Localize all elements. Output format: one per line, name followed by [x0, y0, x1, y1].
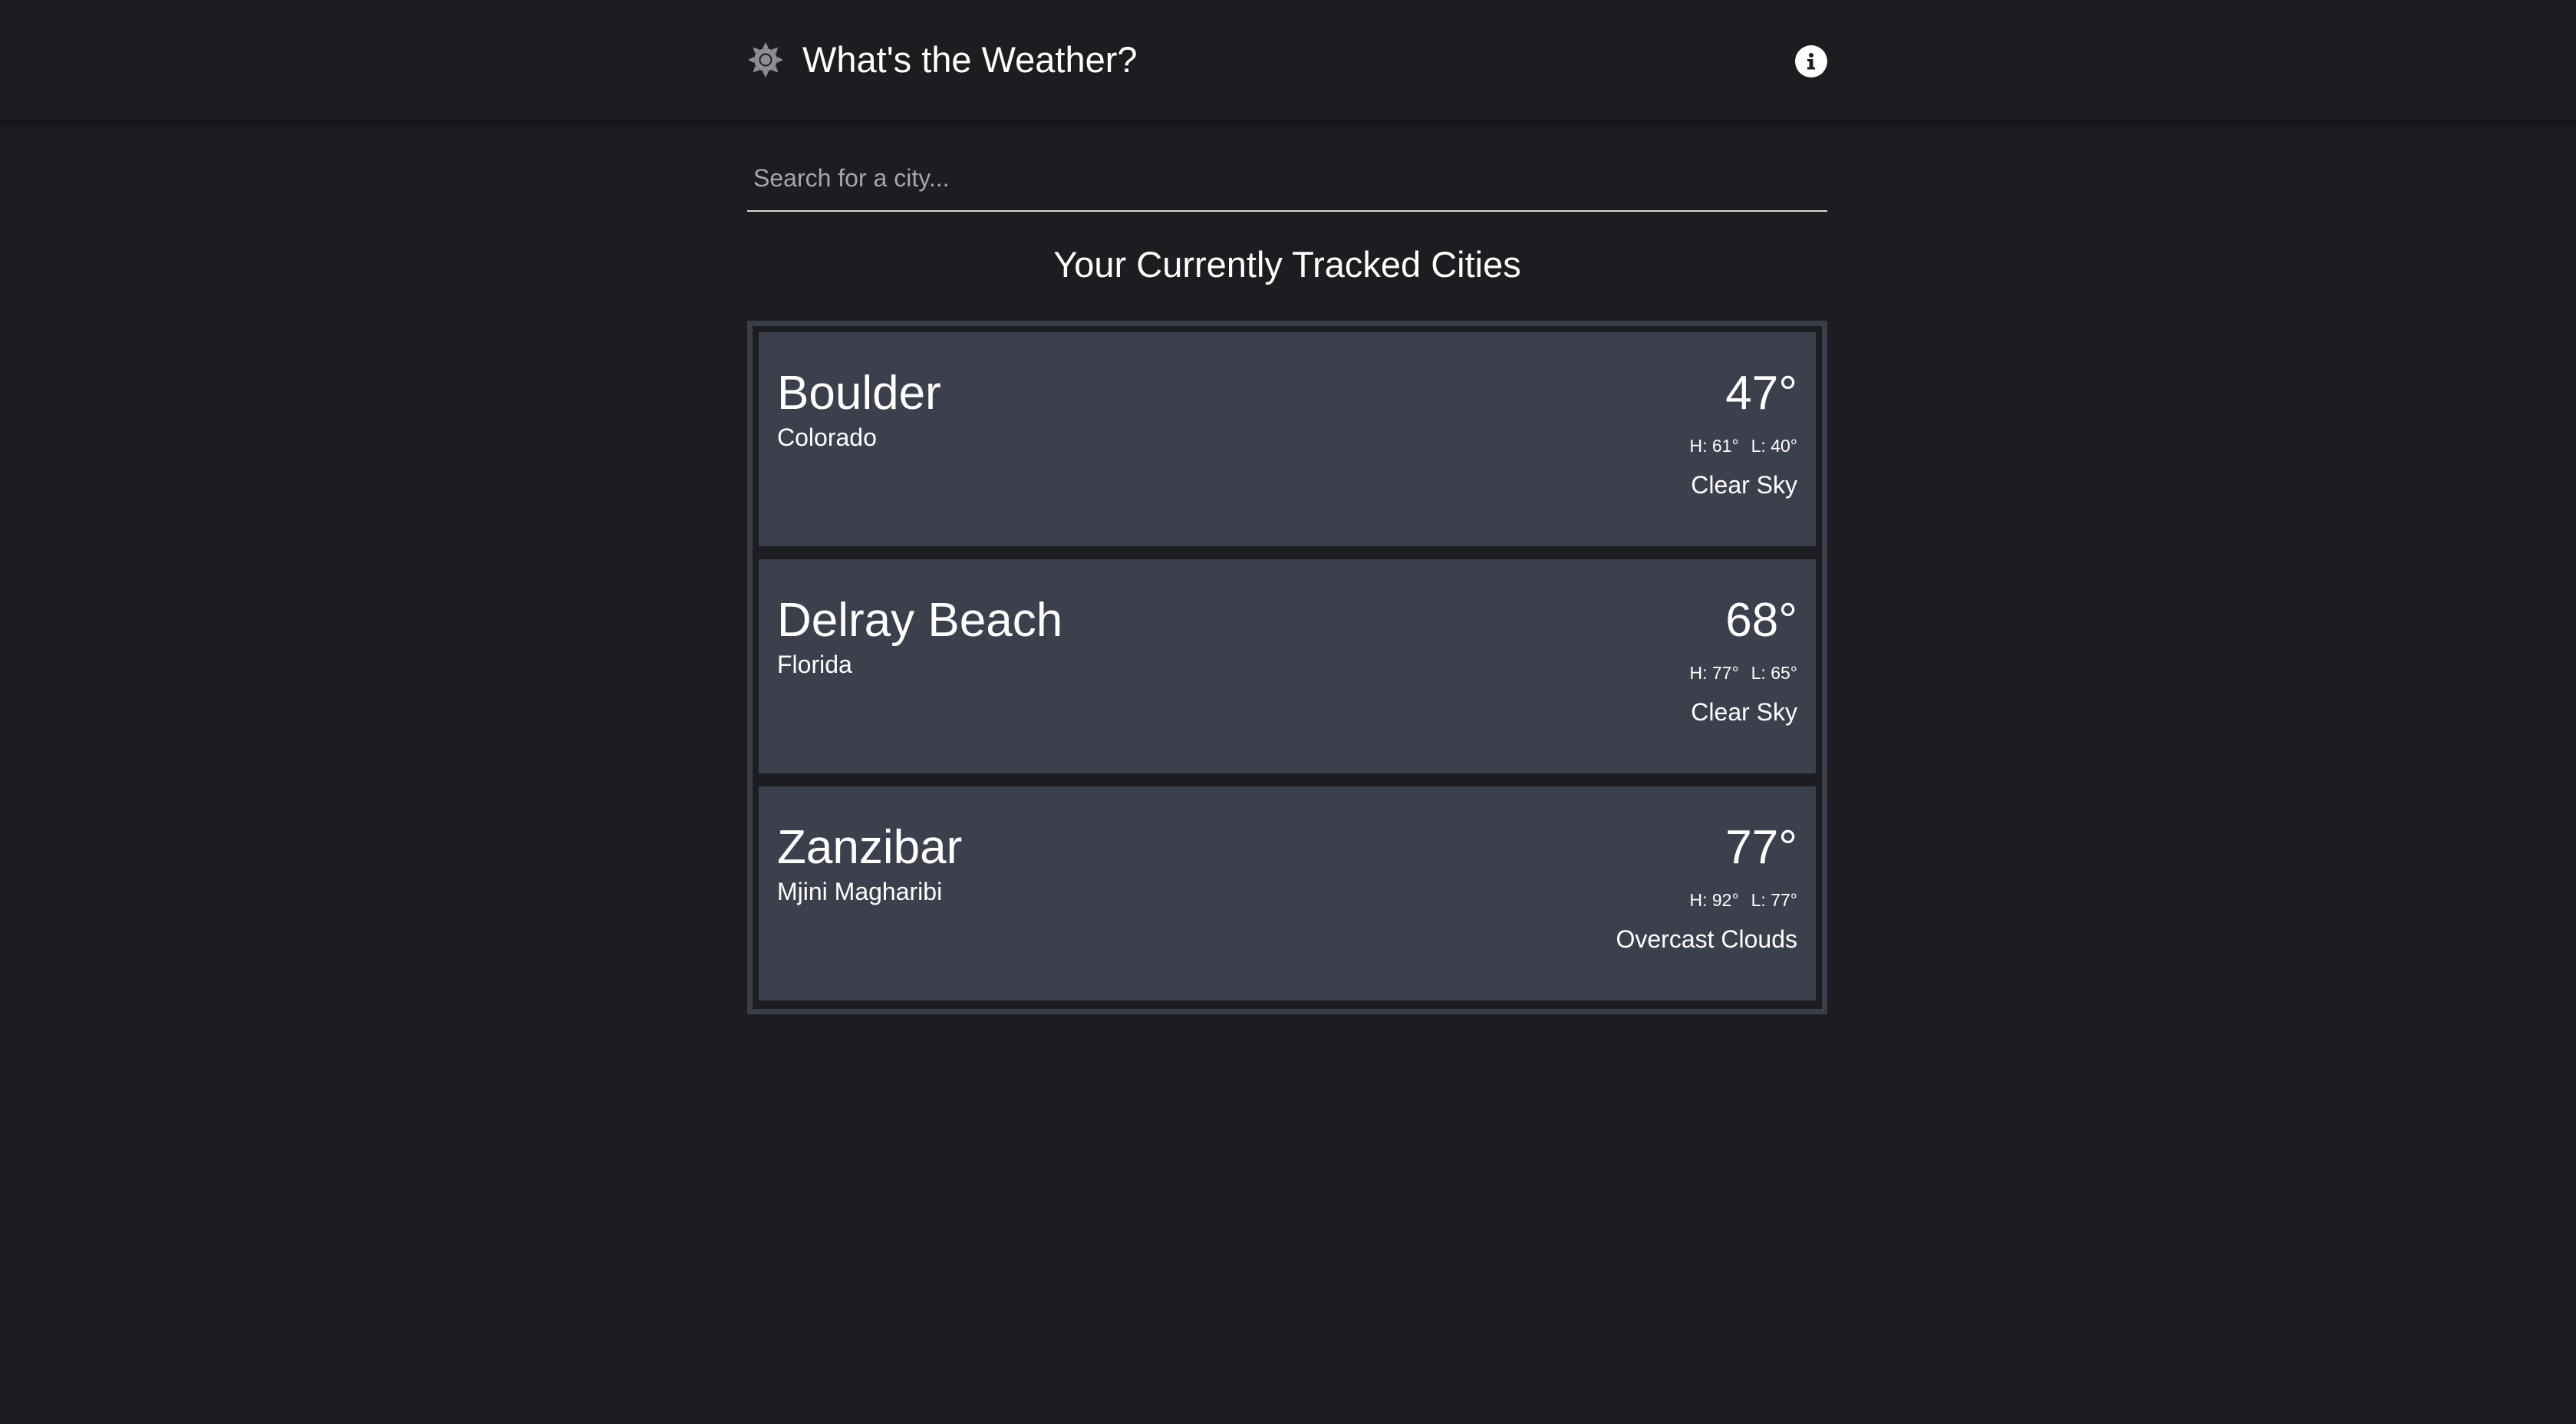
weather-condition: Clear Sky	[1691, 698, 1797, 726]
low-temperature: L: 65°	[1751, 663, 1797, 683]
high-low-temperatures: H: 61° L: 40°	[1689, 435, 1797, 457]
high-low-temperatures: H: 92° L: 77°	[1689, 889, 1797, 911]
city-region: Colorado	[777, 424, 877, 451]
tracked-cities-list: Boulder Colorado 47° H: 61° L: 40° Clear …	[747, 321, 1827, 1014]
search-field	[747, 153, 1827, 212]
high-temperature: H: 92°	[1689, 890, 1739, 910]
city-name: Boulder	[777, 367, 941, 420]
current-temperature: 47°	[1725, 367, 1797, 420]
city-card-delray-beach[interactable]: Delray Beach Florida 68° H: 77° L: 65° Cl…	[759, 559, 1816, 773]
low-temperature: L: 77°	[1751, 890, 1797, 910]
sun-icon	[747, 41, 784, 78]
info-icon[interactable]	[1795, 45, 1827, 77]
header-content: What's the Weather?	[747, 0, 1827, 120]
weather-condition: Overcast Clouds	[1616, 925, 1797, 953]
city-name: Delray Beach	[777, 594, 1063, 647]
current-temperature: 77°	[1725, 821, 1797, 874]
city-card-zanzibar[interactable]: Zanzibar Mjini Magharibi 77° H: 92° L: 77…	[759, 786, 1816, 1000]
city-region: Mjini Magharibi	[777, 878, 943, 905]
section-title: Your Currently Tracked Cities	[1053, 244, 1521, 285]
high-temperature: H: 61°	[1689, 436, 1739, 456]
city-name: Zanzibar	[777, 821, 963, 874]
high-temperature: H: 77°	[1689, 663, 1739, 683]
current-temperature: 68°	[1725, 594, 1797, 647]
high-low-temperatures: H: 77° L: 65°	[1689, 662, 1797, 684]
city-card-boulder[interactable]: Boulder Colorado 47° H: 61° L: 40° Clear …	[759, 332, 1816, 546]
weather-condition: Clear Sky	[1691, 471, 1797, 499]
search-input[interactable]	[747, 153, 1827, 203]
low-temperature: L: 40°	[1751, 436, 1797, 456]
city-region: Florida	[777, 651, 852, 678]
app-title: What's the Weather?	[802, 39, 1138, 80]
app-header: What's the Weather?	[0, 0, 2576, 120]
